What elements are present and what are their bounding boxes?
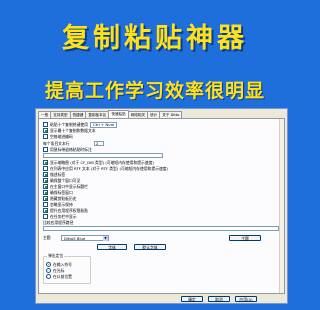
lines-spinner[interactable]: 2 (94, 141, 104, 146)
option-row[interactable]: 在列表中应用 RTF 文本 (对于 RTF 类型) (可缩短内存使用和提示速度) (43, 166, 168, 171)
option-label: 空格缩进编码 (50, 133, 73, 139)
tab-about[interactable]: 关于 Ditto (159, 111, 183, 118)
theme-select[interactable]: Ditto5 Blue ▼ (61, 235, 109, 241)
diff-label: 比较应用程序路径 (43, 219, 74, 225)
cancel-button[interactable]: 取消 (208, 296, 230, 302)
option-label: 在列表中应用 RTF 文本 (对于 RTF 类型) (可缩短内存使用和提示速度) (50, 165, 169, 171)
checkbox[interactable] (43, 147, 48, 152)
popup-position-legend: 弹出定位 (47, 253, 65, 258)
checkbox[interactable] (43, 208, 48, 213)
tab-quick-paste[interactable]: 快速粘贴 (108, 110, 129, 118)
option-row[interactable]: 在任务栏中显示 (43, 214, 77, 219)
checkbox[interactable] (43, 214, 48, 219)
option-label: 用鼠标带退格粘贴时标注 (50, 146, 92, 152)
ok-button[interactable]: 确定 (181, 296, 203, 302)
tab-bar: 一般 支持类型 快捷键 复制板本区 快速粘贴 网络相关 统计 关于 Ditto (38, 110, 183, 118)
banner-title: 复制粘贴神器 (62, 23, 248, 54)
option-row[interactable]: 确保整个窗口可见 (43, 178, 80, 183)
checkbox[interactable] (43, 122, 48, 127)
diff-path-field[interactable] (43, 226, 279, 231)
option-row[interactable]: 显示缩略图 (对于 CF_DIB 类型) (可缩短内存使用和提示速度) (43, 160, 154, 165)
option-row[interactable]: 忽略显示保持 (43, 202, 73, 207)
banner-subtitle: 提高工作学习效率很明显 (44, 80, 265, 102)
text-field[interactable] (43, 153, 163, 158)
checkbox[interactable] (43, 178, 48, 183)
lines-row: 每个条目文本行 (43, 141, 70, 146)
option-row[interactable]: 粘贴十个复制热键使用 Ctrl + Num (43, 121, 118, 128)
chevron-down-icon[interactable]: ▼ (103, 236, 108, 241)
diff-row: 比较应用程序路径 (43, 220, 73, 225)
theme-button[interactable]: 主题 (229, 235, 261, 241)
checkbox[interactable] (43, 166, 48, 171)
option-row[interactable]: 确保标签窗口 (43, 190, 73, 195)
option-row[interactable]: 在主窗口中显示标题栏 (43, 184, 88, 189)
option-row[interactable]: 用鼠标带退格粘贴时标注 (43, 147, 92, 152)
option-row[interactable]: 显示最十个复制和数据文本 (43, 128, 96, 133)
radio-row[interactable]: 在输入符号 (46, 262, 72, 267)
default-font-button[interactable]: 默认字体 (134, 244, 166, 250)
tab-copy-buffers[interactable]: 复制板本区 (85, 111, 110, 118)
checkbox[interactable] (43, 202, 48, 207)
theme-label: 主题 (43, 234, 51, 240)
font-button[interactable]: 字体 (97, 244, 127, 250)
checkbox[interactable] (43, 172, 48, 177)
theme-row: 主题 (43, 235, 51, 240)
quick-paste-panel: 粘贴十个复制热键使用 Ctrl + Num 显示最十个复制和数据文本 空格缩进编… (38, 118, 285, 294)
tab-shortcuts[interactable]: 快捷键 (69, 111, 87, 118)
option-row[interactable]: 空格缩进编码 (43, 134, 73, 139)
radio-label: 在以前位置 (53, 273, 72, 279)
radio-row[interactable]: 在以前位置 (46, 274, 72, 279)
options-dialog: 一般 支持类型 快捷键 复制板本区 快速粘贴 网络相关 统计 关于 Ditto … (35, 108, 288, 304)
radio-button[interactable] (46, 274, 51, 279)
radio-button[interactable] (46, 268, 51, 273)
tab-supported-types[interactable]: 支持类型 (50, 111, 71, 118)
apply-button[interactable]: 应用(A) (235, 296, 257, 302)
tab-network[interactable]: 网络相关 (127, 111, 149, 118)
radio-button[interactable] (46, 262, 51, 267)
option-row[interactable]: 提升应用程序权限粘贴 (43, 208, 88, 213)
popup-position-group: 弹出定位 在输入符号 在光标 在以前位置 (43, 253, 91, 284)
option-row[interactable]: 隐藏剪贴板历史 (43, 196, 77, 201)
checkbox[interactable] (43, 160, 48, 165)
radio-row[interactable]: 在光标 (46, 268, 64, 273)
checkbox[interactable] (43, 196, 48, 201)
checkbox[interactable] (43, 184, 48, 189)
checkbox[interactable] (43, 128, 48, 133)
panel-scrollbar[interactable] (279, 119, 284, 293)
theme-value: Ditto5 Blue (64, 236, 86, 241)
option-row[interactable]: 描述标签 (43, 172, 65, 177)
checkbox[interactable] (43, 190, 48, 195)
checkbox[interactable] (43, 134, 48, 139)
